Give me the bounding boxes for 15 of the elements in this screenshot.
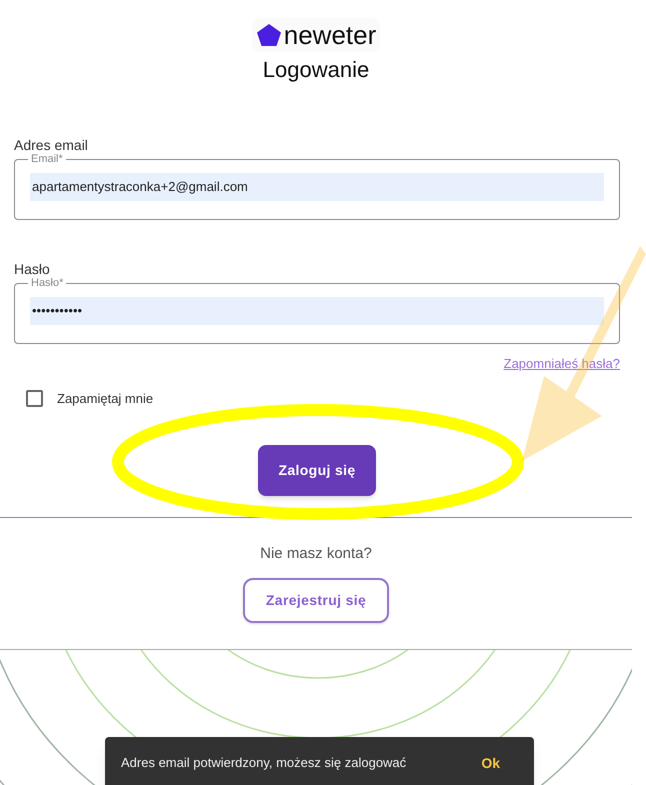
- checkbox[interactable]: [26, 390, 43, 408]
- field-label: Adres email: [14, 138, 88, 152]
- page-title: Logowanie: [262, 56, 370, 84]
- snackbar-message: Adres email potwierdzony, możesz się zalogować: [121, 754, 406, 772]
- login-button[interactable]: Zaloguj się: [258, 444, 376, 496]
- forgot-password-link[interactable]: Zapomniałeś hasła?: [504, 354, 620, 373]
- checkbox-label: Zapamiętaj mnie: [57, 390, 154, 408]
- pentagon-icon: [256, 23, 282, 47]
- field-label: Hasło: [14, 262, 50, 276]
- password-field[interactable]: Hasło* •••••••••••: [14, 278, 620, 344]
- register-button[interactable]: Zarejestruj się: [243, 578, 389, 623]
- email-field[interactable]: Email* apartamentystraconka+2@gmail.com: [14, 154, 620, 220]
- snackbar-ok-button[interactable]: Ok: [481, 752, 500, 774]
- logo-text: neweter: [284, 22, 376, 48]
- register-prompt: Nie masz konta?: [260, 544, 372, 564]
